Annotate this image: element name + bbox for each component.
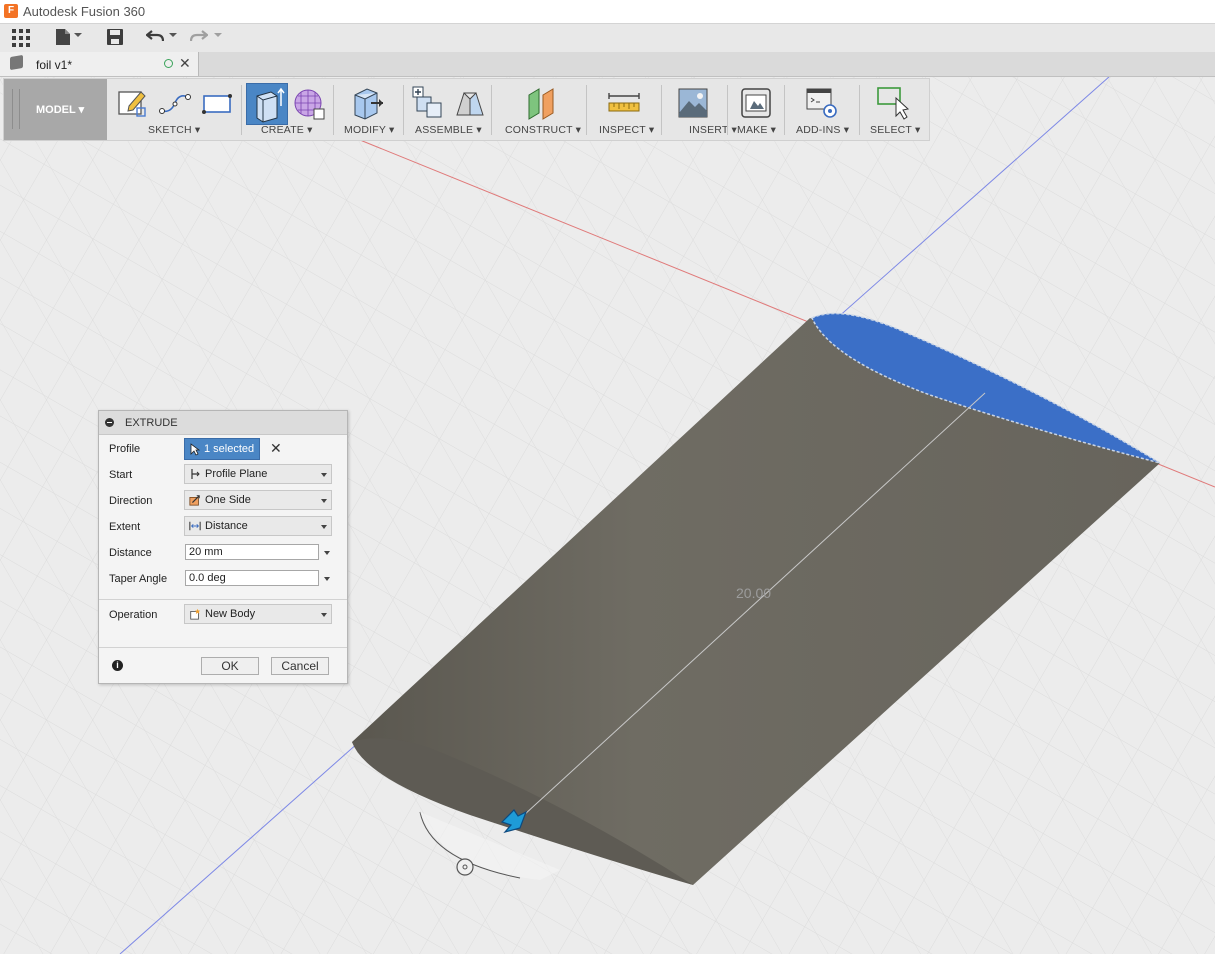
profile-label: Profile xyxy=(109,443,141,455)
new-component-icon[interactable] xyxy=(411,85,445,122)
chevron-down-icon xyxy=(321,613,327,617)
ribbon-separator xyxy=(784,85,785,135)
new-body-icon xyxy=(190,608,201,620)
collapse-dialog-icon[interactable] xyxy=(105,418,114,427)
ribbon-separator xyxy=(403,85,404,135)
scripts-addins-icon[interactable] xyxy=(805,87,839,122)
make-group-label[interactable]: MAKE ▾ xyxy=(737,124,776,136)
ribbon-grip xyxy=(12,89,20,129)
chevron-down-icon xyxy=(321,525,327,529)
undo-icon[interactable] xyxy=(145,29,165,48)
ok-button[interactable]: OK xyxy=(201,657,259,675)
file-menu-chevron-icon[interactable] xyxy=(74,33,82,37)
redo-icon[interactable] xyxy=(189,29,209,48)
distance-label: Distance xyxy=(109,547,152,559)
dialog-divider xyxy=(99,599,347,600)
app-grid-icon[interactable] xyxy=(12,29,30,48)
3d-print-icon[interactable] xyxy=(740,87,772,122)
workspace-label: MODEL ▾ xyxy=(36,104,85,116)
rectangle-icon[interactable] xyxy=(202,92,232,119)
ribbon-separator xyxy=(661,85,662,135)
insert-group-label[interactable]: INSERT ▾ xyxy=(689,124,737,136)
joint-icon[interactable] xyxy=(454,87,486,122)
insert-image-icon[interactable] xyxy=(677,87,709,122)
profile-plane-icon xyxy=(191,469,200,479)
dimension-label: 20.00 xyxy=(736,585,772,601)
direction-label: Direction xyxy=(109,495,153,507)
clear-selection-icon[interactable]: ✕ xyxy=(270,440,282,457)
undo-chevron-icon[interactable] xyxy=(169,33,177,37)
save-icon[interactable] xyxy=(107,29,123,48)
start-label: Start xyxy=(109,469,133,481)
cancel-button[interactable]: Cancel xyxy=(271,657,329,675)
press-pull-icon[interactable] xyxy=(351,85,385,124)
start-value: Profile Plane xyxy=(205,468,268,480)
profile-selection-button[interactable]: 1 selected xyxy=(184,438,260,460)
select-group-label[interactable]: SELECT ▾ xyxy=(870,124,920,136)
modify-group-label[interactable]: MODIFY ▾ xyxy=(344,124,394,136)
sync-status-icon xyxy=(164,59,173,68)
chevron-down-icon xyxy=(321,473,327,477)
cursor-arrow-icon xyxy=(190,443,200,456)
file-menu-icon[interactable] xyxy=(56,29,70,48)
dialog-footer-divider xyxy=(99,647,347,648)
inspect-group-label[interactable]: INSPECT ▾ xyxy=(599,124,654,136)
create-sketch-icon[interactable] xyxy=(117,88,147,121)
extrude-icon[interactable] xyxy=(246,83,288,125)
offset-plane-icon[interactable] xyxy=(525,85,559,124)
distance-input[interactable]: 20 mm xyxy=(185,544,319,560)
measure-icon[interactable] xyxy=(608,93,640,118)
extrude-dialog: EXTRUDE Profile 1 selected ✕ Start Profi… xyxy=(98,410,348,684)
one-side-icon xyxy=(189,495,200,506)
close-tab-icon[interactable]: ✕ xyxy=(179,55,191,72)
extent-dropdown[interactable]: Distance xyxy=(184,516,332,536)
toolbar-ribbon: MODEL ▾ SKETCH ▾ CREATE ▾ MODIFY ▾ ASSEM… xyxy=(3,78,930,141)
quick-access-toolbar xyxy=(0,23,1215,54)
extent-label: Extent xyxy=(109,521,141,533)
document-tab-bar: foil v1* ✕ xyxy=(0,52,1215,77)
select-icon[interactable] xyxy=(876,86,912,123)
info-icon[interactable]: i xyxy=(112,660,123,671)
ribbon-separator xyxy=(333,85,334,135)
ribbon-separator xyxy=(859,85,860,135)
direction-value: One Side xyxy=(205,494,251,506)
document-tab[interactable]: foil v1* ✕ xyxy=(0,52,199,76)
document-tab-name: foil v1* xyxy=(36,58,73,72)
redo-chevron-icon[interactable] xyxy=(214,33,222,37)
title-bar: F Autodesk Fusion 360 xyxy=(0,0,1215,23)
ribbon-separator xyxy=(727,85,728,135)
operation-label: Operation xyxy=(109,609,158,621)
distance-extent-icon xyxy=(189,521,201,531)
sketch-group-label[interactable]: SKETCH ▾ xyxy=(148,124,200,136)
operation-dropdown[interactable]: New Body xyxy=(184,604,332,624)
assemble-group-label[interactable]: ASSEMBLE ▾ xyxy=(415,124,482,136)
ribbon-separator xyxy=(241,85,242,135)
window-title: Autodesk Fusion 360 xyxy=(23,4,146,19)
workspace-switcher[interactable]: MODEL ▾ xyxy=(4,79,107,140)
direction-dropdown[interactable]: One Side xyxy=(184,490,332,510)
taper-dropdown-arrow-icon[interactable] xyxy=(324,577,330,581)
taper-angle-label: Taper Angle xyxy=(109,573,168,585)
document-cube-icon xyxy=(10,54,23,71)
form-icon[interactable] xyxy=(292,87,326,124)
create-group-label[interactable]: CREATE ▾ xyxy=(261,124,313,136)
addins-group-label[interactable]: ADD-INS ▾ xyxy=(796,124,849,136)
ribbon-separator xyxy=(586,85,587,135)
operation-value: New Body xyxy=(205,608,256,620)
distance-dropdown-arrow-icon[interactable] xyxy=(324,551,330,555)
spline-icon[interactable] xyxy=(159,91,191,120)
taper-angle-input[interactable]: 0.0 deg xyxy=(185,570,319,586)
construct-group-label[interactable]: CONSTRUCT ▾ xyxy=(505,124,581,136)
dialog-header[interactable]: EXTRUDE xyxy=(99,411,347,435)
extent-value: Distance xyxy=(205,520,248,532)
chevron-down-icon xyxy=(321,499,327,503)
ribbon-separator xyxy=(491,85,492,135)
profile-selection-count: 1 selected xyxy=(204,443,255,455)
fusion-app-icon: F xyxy=(4,4,18,18)
manipulator-handle[interactable] xyxy=(456,858,474,876)
dialog-title: EXTRUDE xyxy=(125,417,178,429)
start-dropdown[interactable]: Profile Plane xyxy=(184,464,332,484)
